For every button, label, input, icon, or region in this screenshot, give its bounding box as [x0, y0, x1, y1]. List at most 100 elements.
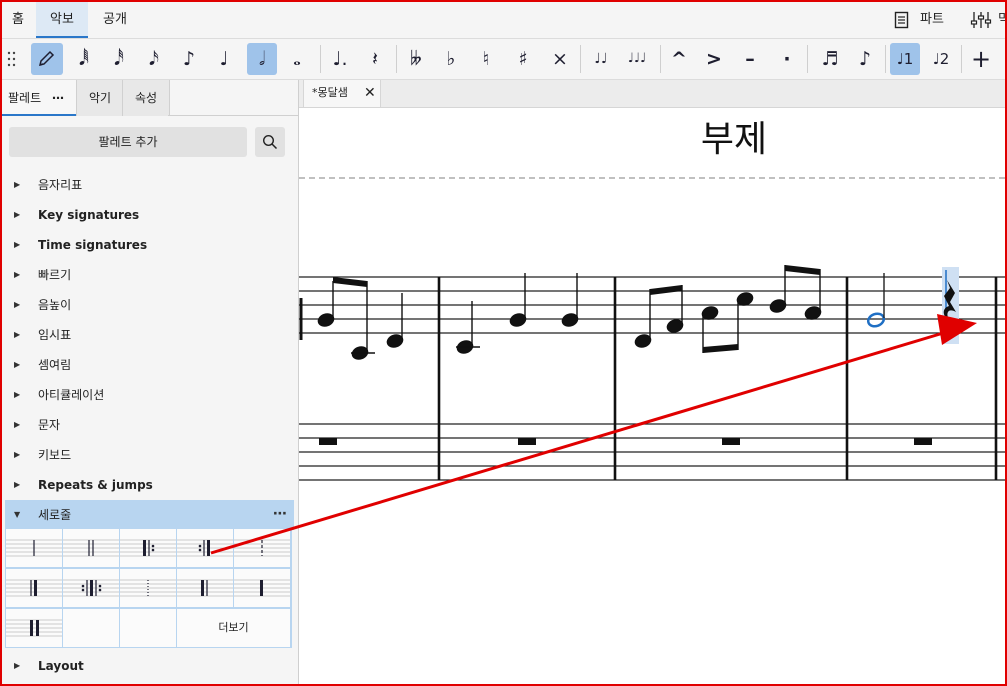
barline-heavy-double-cell[interactable] [6, 609, 62, 647]
tab-properties[interactable]: 속성 [122, 80, 170, 116]
expand-triangle-icon: ▶ [14, 300, 21, 309]
palette-item[interactable]: ▶ 셈여림 [2, 350, 294, 380]
staccato-button[interactable]: · [772, 43, 802, 75]
duration-quarter-button[interactable]: ♩ [209, 43, 239, 75]
tab-instruments[interactable]: 악기 [76, 80, 123, 116]
double-sharp-icon: × [552, 48, 568, 70]
barline-single-cell[interactable] [6, 529, 62, 567]
16th-note-icon: 𝅘𝅥𝅯 [149, 48, 159, 70]
tie-button[interactable]: ♩♩ [586, 43, 616, 75]
palette-search-button[interactable] [255, 127, 285, 157]
mixer-button[interactable]: 믹 [968, 2, 1005, 38]
toolbar-separator [580, 45, 581, 73]
palette-item[interactable]: ▶ 음높이 [2, 290, 294, 320]
duration-64th-button[interactable]: 𝅘𝅥𝅱 [69, 43, 99, 75]
marcato-button[interactable]: ^ [664, 43, 694, 75]
palette-item[interactable]: ▶ 음자리표 [2, 170, 294, 200]
accent-button[interactable]: > [699, 43, 729, 75]
slur-button[interactable]: ♩♩♩ [620, 43, 654, 75]
collapse-triangle-icon: ▼ [14, 510, 21, 519]
score-canvas[interactable]: *몽달샘 ✕ 부제 [299, 80, 1005, 684]
palette-item-label: 음높이 [38, 298, 72, 312]
palette-item-barlines[interactable]: ▼ 세로줄 ⋯ [5, 500, 294, 530]
duration-16th-button[interactable]: 𝅘𝅥𝅯 [139, 43, 169, 75]
top-bar: 홈 악보 공개 파트 믹 [2, 2, 1005, 39]
barline-end-start-repeat-cell[interactable] [63, 569, 119, 607]
duration-32nd-button[interactable]: 𝅘𝅥𝅰 [104, 43, 134, 75]
toolbar-separator [320, 45, 321, 73]
barline-dotted-cell[interactable] [120, 569, 176, 607]
palette-item[interactable]: ▶ 임시표 [2, 320, 294, 350]
expand-triangle-icon: ▶ [14, 480, 21, 489]
eighth-note-icon: ♪ [182, 48, 196, 70]
parts-button[interactable]: 파트 [890, 2, 952, 38]
voice-2-icon: ♩2 [932, 50, 950, 68]
tenuto-icon: – [745, 48, 755, 70]
duration-whole-button[interactable]: 𝅝 [282, 43, 312, 75]
tenuto-button[interactable]: – [735, 43, 765, 75]
natural-button[interactable]: ♮ [471, 43, 501, 75]
double-flat-button[interactable]: 𝄫 [401, 43, 431, 75]
start-repeat-icon [120, 539, 176, 557]
expand-triangle-icon: ▶ [14, 661, 21, 670]
tuplet-button[interactable]: ♬ [813, 43, 847, 75]
add-icon: + [970, 45, 992, 73]
toolbar-separator [961, 45, 962, 73]
voice-1-button[interactable]: ♩1 [890, 43, 920, 75]
augmentation-dot-button[interactable]: ♩. [325, 43, 355, 75]
tab-home[interactable]: 홈 [2, 2, 34, 38]
barline-heavy-cell[interactable] [234, 569, 290, 607]
tab-palettes[interactable]: 팔레트 ⋯ [2, 80, 76, 116]
augmentation-dot-icon: ♩. [332, 48, 348, 70]
add-palette-button[interactable]: 팔레트 추가 [9, 127, 247, 157]
palette-item[interactable]: ▶ Repeats & jumps [2, 470, 294, 500]
barline-final-cell[interactable] [6, 569, 62, 607]
barline-dashed-cell[interactable] [234, 529, 290, 567]
palette-item[interactable]: ▶ Time signatures [2, 230, 294, 260]
score-system [299, 265, 1005, 481]
single-barline-icon [6, 539, 62, 557]
sharp-button[interactable]: ♯ [508, 43, 538, 75]
duration-eighth-button[interactable]: ♪ [174, 43, 204, 75]
palette-item-label: 문자 [38, 418, 61, 432]
palette-item-layout[interactable]: ▶ Layout [2, 651, 294, 681]
app-window: 홈 악보 공개 파트 믹 [0, 0, 1007, 686]
palette-more-icon[interactable]: ⋯ [273, 500, 287, 528]
expand-triangle-icon: ▶ [14, 390, 21, 399]
sharp-icon: ♯ [518, 48, 528, 70]
flip-direction-button[interactable]: ♪ [850, 43, 880, 75]
tab-publish[interactable]: 공개 [90, 2, 140, 38]
barline-double-cell[interactable] [63, 529, 119, 567]
double-sharp-button[interactable]: × [545, 43, 575, 75]
palette-item-label: 키보드 [38, 448, 72, 462]
dotted-barline-icon [120, 579, 176, 597]
note-input-toolbar: 𝅘𝅥𝅱 𝅘𝅥𝅰 𝅘𝅥𝅯 ♪ ♩ 𝅗𝅥 𝅝 ♩. 𝄽 𝄫 ♭ ♮ ♯ × ♩♩ ♩… [2, 39, 1005, 80]
barline-reverse-final-cell[interactable] [177, 569, 233, 607]
palette-item[interactable]: ▶ Key signatures [2, 200, 294, 230]
quarter-note-icon: ♩ [219, 48, 229, 70]
tab-score[interactable]: 악보 [36, 2, 88, 38]
more-button[interactable]: 더보기 [177, 609, 290, 647]
expand-triangle-icon: ▶ [14, 180, 21, 189]
search-icon [262, 134, 278, 150]
palette-tab-menu-icon[interactable]: ⋯ [52, 80, 64, 116]
voice-2-button[interactable]: ♩2 [926, 43, 956, 75]
barline-end-repeat-cell[interactable] [177, 529, 233, 567]
double-flat-icon: 𝄫 [410, 48, 422, 70]
note-input-button[interactable] [31, 43, 63, 75]
flat-button[interactable]: ♭ [436, 43, 466, 75]
palette-item[interactable]: ▶ 아티큘레이션 [2, 380, 294, 410]
toolbar-handle[interactable] [7, 49, 17, 69]
barline-start-repeat-cell[interactable] [120, 529, 176, 567]
palette-item-label: Layout [38, 659, 84, 673]
add-toolbar-button[interactable]: + [966, 43, 996, 75]
rest-button[interactable]: 𝄽 [360, 43, 390, 75]
duration-half-button[interactable]: 𝅗𝅥 [247, 43, 277, 75]
palette-item[interactable]: ▶ 빠르기 [2, 260, 294, 290]
palette-item[interactable]: ▶ 문자 [2, 410, 294, 440]
bass-whole-rests [319, 438, 932, 445]
palette-item-label: Repeats & jumps [38, 478, 153, 492]
expand-triangle-icon: ▶ [14, 240, 21, 249]
palette-item[interactable]: ▶ 키보드 [2, 440, 294, 470]
end-start-repeat-icon [63, 579, 119, 597]
